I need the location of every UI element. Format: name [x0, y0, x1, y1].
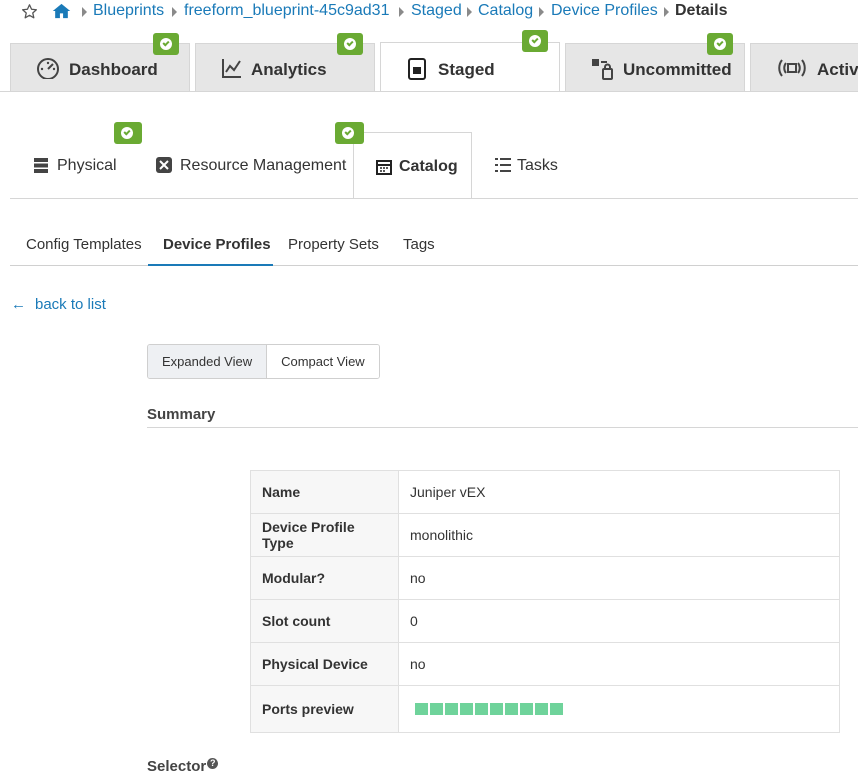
port-square[interactable]	[520, 703, 533, 715]
selector-heading: Selector?	[147, 758, 219, 775]
tab-analytics-label: Analytics	[251, 60, 327, 79]
table-row: Physical Device no	[250, 642, 840, 686]
row-value: no	[398, 642, 840, 686]
back-to-list-link[interactable]: ← back to list	[11, 296, 106, 313]
uncommitted-icon	[592, 59, 613, 80]
row-key: Ports preview	[250, 685, 399, 733]
arrow-left-icon: ←	[11, 296, 26, 313]
port-square[interactable]	[460, 703, 473, 715]
breadcrumb-device-profiles[interactable]: Device Profiles	[551, 2, 658, 20]
breadcrumb-separator	[82, 7, 87, 17]
breadcrumb-separator	[172, 7, 177, 17]
expanded-view-button[interactable]: Expanded View	[148, 345, 268, 378]
breadcrumb-current: Details	[675, 2, 728, 19]
table-row: Modular? no	[250, 556, 840, 600]
subtab-resource-management-label: Resource Management	[180, 157, 347, 174]
subtab-physical-label: Physical	[57, 157, 117, 174]
row-key: Device Profile Type	[250, 513, 399, 557]
summary-divider	[147, 427, 858, 428]
port-square[interactable]	[445, 703, 458, 715]
staged-doc-icon	[408, 58, 426, 80]
tab-config-templates[interactable]: Config Templates	[26, 236, 142, 253]
subtab-tasks-label: Tasks	[517, 157, 558, 174]
row-value: monolithic	[398, 513, 840, 557]
active-tab-indicator	[148, 264, 273, 266]
table-row: Name Juniper vEX	[250, 470, 840, 514]
home-icon[interactable]	[52, 2, 71, 20]
table-row: Device Profile Type monolithic	[250, 513, 840, 557]
port-square[interactable]	[415, 703, 428, 715]
tertiary-tab-divider	[10, 265, 858, 266]
star-icon[interactable]	[21, 3, 38, 20]
selector-heading-label: Selector	[147, 758, 207, 775]
line-chart-icon	[222, 59, 241, 78]
server-stack-icon	[34, 158, 48, 173]
subtab-catalog-label: Catalog	[399, 158, 458, 175]
breadcrumb-blueprint-name[interactable]: freeform_blueprint-45c9ad31	[184, 2, 389, 20]
tab-staged-label: Staged	[438, 60, 495, 79]
breadcrumb-catalog[interactable]: Catalog	[478, 2, 533, 20]
tab-active[interactable]: Active	[750, 43, 858, 91]
breadcrumb-blueprints[interactable]: Blueprints	[93, 2, 164, 20]
check-badge-icon	[153, 33, 179, 55]
breadcrumb-separator	[539, 7, 544, 17]
port-square[interactable]	[430, 703, 443, 715]
breadcrumb-staged[interactable]: Staged	[411, 2, 462, 20]
tab-bar-divider	[0, 91, 858, 92]
ports-preview-cell	[398, 685, 840, 733]
back-to-list-label: back to list	[35, 296, 106, 313]
row-key: Physical Device	[250, 642, 399, 686]
check-badge-icon	[114, 122, 142, 144]
list-icon	[495, 158, 511, 172]
tab-device-profiles[interactable]: Device Profiles	[163, 236, 271, 253]
breadcrumb-separator	[467, 7, 472, 17]
subtab-catalog[interactable]: Catalog	[353, 132, 472, 199]
row-value: Juniper vEX	[398, 470, 840, 514]
tab-uncommitted-label: Uncommitted	[623, 60, 732, 79]
breadcrumb-separator	[664, 7, 669, 17]
port-square[interactable]	[550, 703, 563, 715]
check-badge-icon	[335, 122, 364, 144]
help-icon[interactable]: ?	[207, 758, 219, 769]
row-key: Slot count	[250, 599, 399, 643]
port-square[interactable]	[505, 703, 518, 715]
subtab-divider	[10, 198, 858, 199]
row-value: 0	[398, 599, 840, 643]
row-key: Modular?	[250, 556, 399, 600]
breadcrumb-separator	[399, 7, 404, 17]
summary-table: Name Juniper vEX Device Profile Type mon…	[250, 470, 840, 733]
subtab-tasks[interactable]: Tasks	[480, 132, 570, 199]
ports-preview	[410, 703, 828, 715]
gauge-icon	[37, 58, 59, 79]
tab-dashboard-label: Dashboard	[69, 60, 158, 79]
tab-property-sets[interactable]: Property Sets	[288, 236, 379, 253]
view-toggle: Expanded View Compact View	[147, 344, 380, 379]
row-key: Name	[250, 470, 399, 514]
check-badge-icon	[337, 33, 363, 55]
resource-icon	[156, 157, 172, 173]
broadcast-icon	[778, 59, 806, 77]
port-square[interactable]	[475, 703, 488, 715]
tab-active-label: Active	[817, 60, 858, 79]
summary-heading: Summary	[147, 406, 216, 423]
check-badge-icon	[522, 30, 548, 52]
row-value: no	[398, 556, 840, 600]
table-row: Ports preview	[250, 685, 840, 733]
port-square[interactable]	[490, 703, 503, 715]
table-row: Slot count 0	[250, 599, 840, 643]
subtab-resource-management[interactable]: Resource Management	[140, 132, 350, 199]
catalog-icon	[376, 160, 392, 175]
tab-tags[interactable]: Tags	[403, 236, 435, 253]
compact-view-button[interactable]: Compact View	[267, 345, 379, 378]
check-badge-icon	[707, 33, 733, 55]
port-square[interactable]	[535, 703, 548, 715]
breadcrumb: Blueprints freeform_blueprint-45c9ad31 S…	[0, 0, 858, 24]
